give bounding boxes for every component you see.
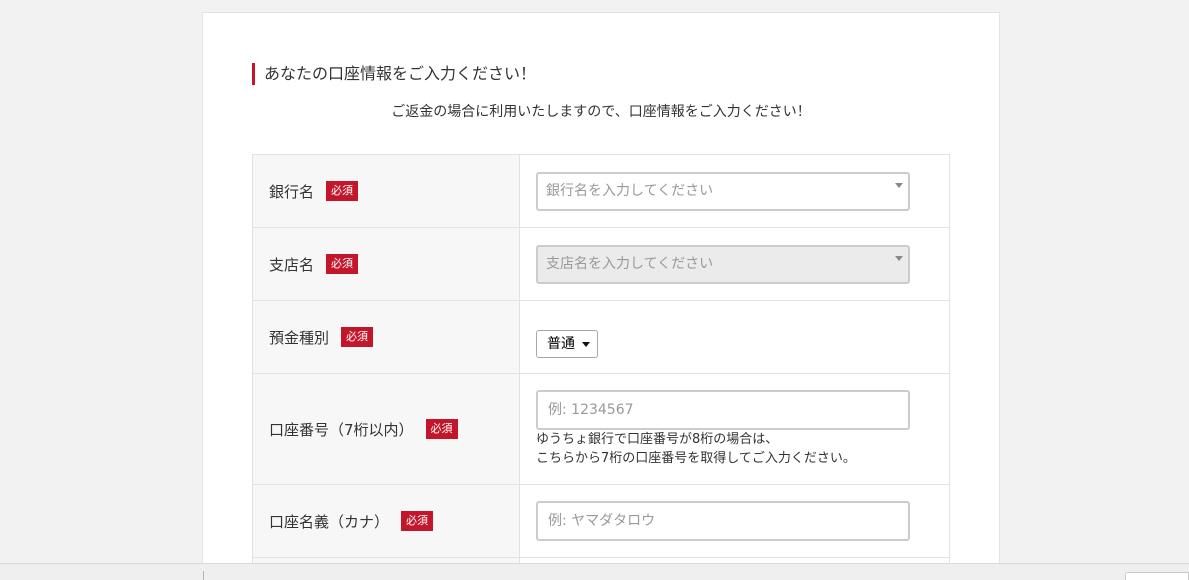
branch-name-label-cell: 支店名 必須 (252, 227, 520, 301)
account-holder-label: 口座名義（カナ） (269, 512, 390, 531)
row-account-number: 口座番号（7桁以内） 必須 ゆうちょ銀行で口座番号が8桁の場合は、 こちらから7桁… (252, 373, 950, 485)
required-badge: 必須 (425, 419, 458, 439)
bottom-bar (0, 563, 1189, 580)
account-type-value: 普通 (547, 335, 575, 352)
bottom-divider (203, 571, 204, 580)
bottom-button[interactable] (1125, 572, 1189, 580)
bank-name-label-cell: 銀行名 必須 (252, 154, 520, 228)
row-account-type: 預金種別 必須 普通 (252, 300, 950, 374)
branch-name-input-cell: 支店名を入力してください (519, 227, 950, 301)
dropdown-arrow-icon (582, 341, 590, 347)
branch-name-label: 支店名 (269, 255, 315, 274)
bank-account-form: 銀行名 必須 銀行名を入力してください 支店名 必須 支店名を入力してください 預金… (252, 154, 950, 568)
bank-name-placeholder: 銀行名を入力してください (546, 182, 714, 199)
account-number-note-line2: こちらから7桁の口座番号を取得してご入力ください。 (536, 451, 856, 466)
dropdown-arrow-icon (895, 182, 903, 188)
account-number-label-cell: 口座番号（7桁以内） 必須 (252, 373, 520, 485)
account-type-label-cell: 預金種別 必須 (252, 300, 520, 374)
bank-name-select[interactable]: 銀行名を入力してください (536, 171, 910, 211)
bank-name-label: 銀行名 (269, 182, 315, 201)
account-number-note-line1: ゆうちょ銀行で口座番号が8桁の場合は、 (536, 432, 779, 447)
required-badge: 必須 (326, 254, 359, 274)
dropdown-arrow-icon (895, 255, 903, 261)
row-bank-name: 銀行名 必須 銀行名を入力してください (252, 154, 950, 228)
row-branch-name: 支店名 必須 支店名を入力してください (252, 227, 950, 301)
account-holder-input-cell (519, 484, 950, 558)
account-number-label: 口座番号（7桁以内） (269, 420, 414, 439)
account-number-input-cell: ゆうちょ銀行で口座番号が8桁の場合は、 こちらから7桁の口座番号を取得してご入力… (519, 373, 950, 485)
account-type-label: 預金種別 (269, 328, 330, 347)
account-type-select[interactable]: 普通 (536, 329, 598, 358)
section-description: ご返金の場合に利用いたしますので、口座情報をご入力ください！ (391, 104, 811, 120)
required-badge: 必須 (326, 181, 359, 201)
account-holder-input[interactable] (536, 501, 910, 541)
account-holder-label-cell: 口座名義（カナ） 必須 (252, 484, 520, 558)
account-type-input-cell: 普通 (519, 300, 950, 374)
required-badge: 必須 (341, 327, 374, 347)
required-badge: 必須 (401, 511, 434, 531)
account-number-input[interactable] (536, 390, 910, 430)
branch-name-placeholder: 支店名を入力してください (546, 255, 714, 272)
bank-name-input-cell: 銀行名を入力してください (519, 154, 950, 228)
row-account-holder: 口座名義（カナ） 必須 (252, 484, 950, 558)
branch-name-select[interactable]: 支店名を入力してください (536, 244, 910, 284)
section-heading: あなたの口座情報をご入力ください！ (252, 63, 536, 85)
